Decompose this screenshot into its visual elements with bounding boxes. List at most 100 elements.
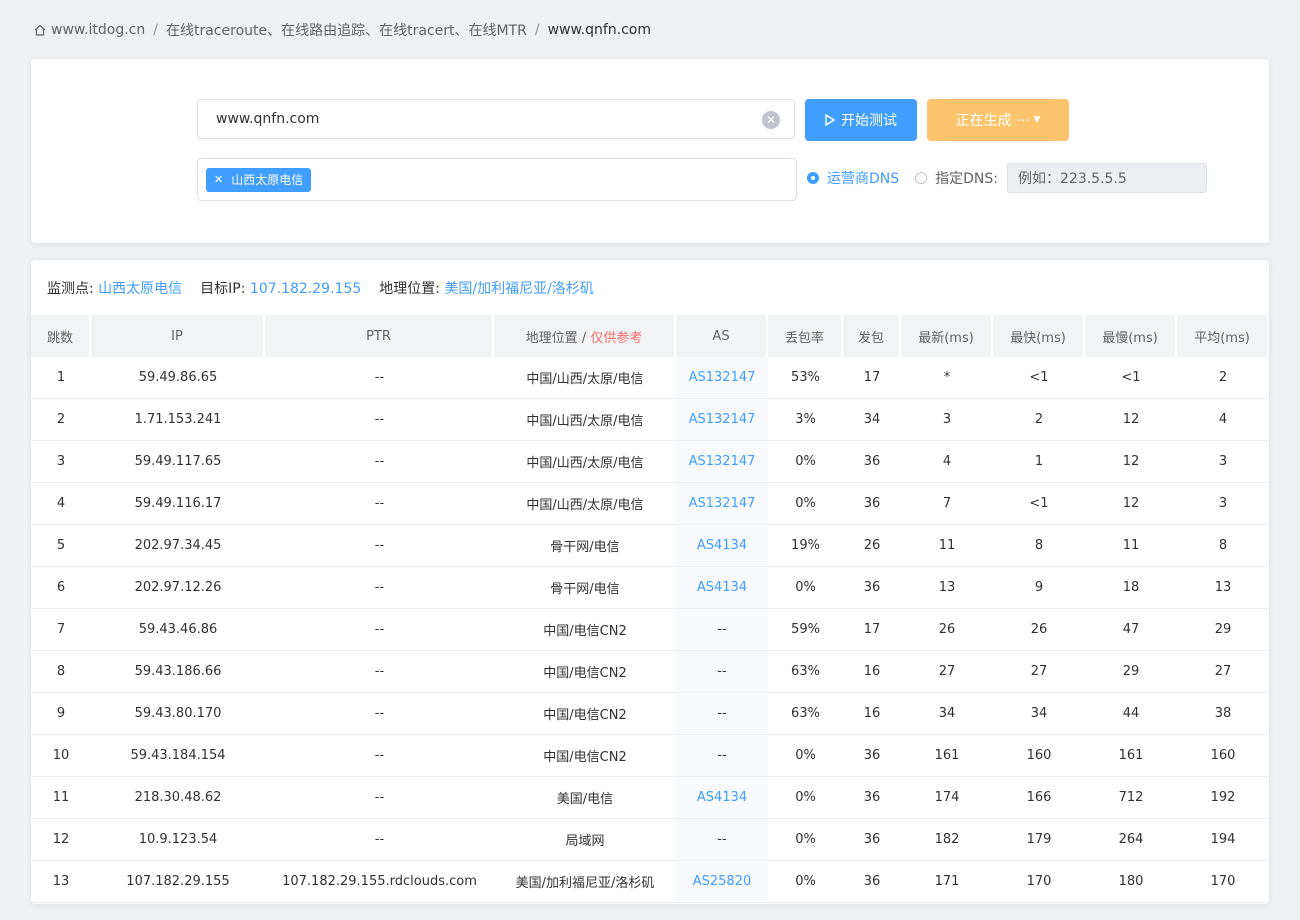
cell-avg: 13 bbox=[1177, 567, 1269, 609]
breadcrumb: www.itdog.cn / 在线traceroute、在线路由追踪、在线tra… bbox=[33, 20, 651, 40]
cell-ptr: -- bbox=[265, 399, 494, 441]
cell-hop: 9 bbox=[31, 693, 91, 735]
cell-ptr: -- bbox=[265, 567, 494, 609]
cell-hop: 1 bbox=[31, 357, 91, 399]
cell-ip: 202.97.34.45 bbox=[91, 525, 265, 567]
breadcrumb-home[interactable]: www.itdog.cn bbox=[51, 22, 145, 38]
cell-last: 161 bbox=[901, 735, 993, 777]
cell-ip: 10.9.123.54 bbox=[91, 819, 265, 861]
cell-worst: 264 bbox=[1085, 819, 1177, 861]
cell-ptr: 107.182.29.155.rdclouds.com bbox=[265, 861, 494, 903]
cell-geo: 中国/山西/太原/电信 bbox=[494, 483, 676, 525]
cell-worst: 12 bbox=[1085, 483, 1177, 525]
cell-best: 170 bbox=[993, 861, 1085, 903]
tag-close-icon[interactable]: ✕ bbox=[214, 173, 223, 186]
header-avg: 平均(ms) bbox=[1177, 315, 1269, 357]
header-ptr: PTR bbox=[265, 315, 494, 357]
dns-input[interactable]: 例如：223.5.5.5 bbox=[1007, 163, 1207, 193]
cell-ptr: -- bbox=[265, 777, 494, 819]
node-select[interactable]: ✕ 山西太原电信 bbox=[197, 158, 797, 201]
cell-hop: 11 bbox=[31, 777, 91, 819]
cell-worst: 180 bbox=[1085, 861, 1177, 903]
cell-sent: 36 bbox=[843, 861, 901, 903]
cell-avg: 3 bbox=[1177, 483, 1269, 525]
breadcrumb-tool[interactable]: 在线traceroute、在线路由追踪、在线tracert、在线MTR bbox=[166, 20, 527, 40]
table-row: 2 1.71.153.241 -- 中国/山西/太原/电信 AS132147 3% 34 3 2… bbox=[31, 399, 1269, 441]
cell-as[interactable]: AS25820 bbox=[676, 861, 768, 903]
cell-geo: 中国/电信CN2 bbox=[494, 651, 676, 693]
radio-checked-icon bbox=[807, 172, 819, 184]
table-row: 10 59.43.184.154 -- 中国/电信CN2 -- 0% 36 161 160 161… bbox=[31, 735, 1269, 777]
cell-as: -- bbox=[676, 651, 768, 693]
cell-as: -- bbox=[676, 735, 768, 777]
table-row: 3 59.49.117.65 -- 中国/山西/太原/电信 AS132147 0% 36 4 1… bbox=[31, 441, 1269, 483]
cell-ip: 218.30.48.62 bbox=[91, 777, 265, 819]
header-hop: 跳数 bbox=[31, 315, 91, 357]
clear-icon[interactable]: ✕ bbox=[762, 111, 780, 129]
cell-last: * bbox=[901, 357, 993, 399]
cell-sent: 26 bbox=[843, 525, 901, 567]
cell-geo: 中国/山西/太原/电信 bbox=[494, 357, 676, 399]
cell-sent: 16 bbox=[843, 693, 901, 735]
cell-best: <1 bbox=[993, 357, 1085, 399]
header-loss: 丢包率 bbox=[768, 315, 843, 357]
start-test-button[interactable]: 开始测试 bbox=[805, 99, 917, 141]
cell-last: 171 bbox=[901, 861, 993, 903]
cell-sent: 17 bbox=[843, 609, 901, 651]
cell-geo: 中国/电信CN2 bbox=[494, 693, 676, 735]
target-label: 目标IP: bbox=[200, 281, 246, 297]
cell-hop: 8 bbox=[31, 651, 91, 693]
cell-avg: 38 bbox=[1177, 693, 1269, 735]
radio-isp-dns[interactable]: 运营商DNS bbox=[807, 168, 899, 188]
host-input[interactable]: www.qnfn.com ✕ bbox=[197, 99, 795, 139]
cell-loss: 0% bbox=[768, 819, 843, 861]
monitor-value: 山西太原电信 bbox=[98, 281, 183, 297]
cell-best: 166 bbox=[993, 777, 1085, 819]
generating-button[interactable]: 正在生成 ··· ▼ bbox=[927, 99, 1069, 141]
cell-last: 26 bbox=[901, 609, 993, 651]
table-row: 11 218.30.48.62 -- 美国/电信 AS4134 0% 36 174 166 712… bbox=[31, 777, 1269, 819]
cell-as[interactable]: AS132147 bbox=[676, 441, 768, 483]
cell-sent: 36 bbox=[843, 567, 901, 609]
cell-as[interactable]: AS4134 bbox=[676, 525, 768, 567]
cell-avg: 170 bbox=[1177, 861, 1269, 903]
header-geo: 地理位置 / 仅供参考 bbox=[494, 315, 676, 357]
table-row: 4 59.49.116.17 -- 中国/山西/太原/电信 AS132147 0% 36 7 <… bbox=[31, 483, 1269, 525]
cell-as[interactable]: AS132147 bbox=[676, 357, 768, 399]
cell-worst: 12 bbox=[1085, 441, 1177, 483]
cell-avg: 27 bbox=[1177, 651, 1269, 693]
cell-as[interactable]: AS4134 bbox=[676, 567, 768, 609]
home-icon bbox=[34, 24, 46, 36]
cell-hop: 4 bbox=[31, 483, 91, 525]
table-row: 12 10.9.123.54 -- 局域网 -- 0% 36 182 179 264 194 bbox=[31, 819, 1269, 861]
header-sent: 发包 bbox=[843, 315, 901, 357]
cell-ptr: -- bbox=[265, 525, 494, 567]
cell-hop: 5 bbox=[31, 525, 91, 567]
radio-custom-dns[interactable]: 指定DNS: bbox=[915, 168, 998, 188]
cell-ptr: -- bbox=[265, 609, 494, 651]
cell-as[interactable]: AS132147 bbox=[676, 399, 768, 441]
cell-best: 1 bbox=[993, 441, 1085, 483]
cell-ptr: -- bbox=[265, 735, 494, 777]
cell-avg: 194 bbox=[1177, 819, 1269, 861]
test-form-card: www.qnfn.com ✕ 开始测试 正在生成 ··· ▼ ✕ 山西太原电信 … bbox=[31, 59, 1269, 243]
cell-ip: 59.43.186.66 bbox=[91, 651, 265, 693]
result-card: 监测点: 山西太原电信 目标IP: 107.182.29.155 地理位置: 美… bbox=[31, 260, 1269, 904]
cell-as[interactable]: AS4134 bbox=[676, 777, 768, 819]
cell-loss: 0% bbox=[768, 567, 843, 609]
table-row: 1 59.49.86.65 -- 中国/山西/太原/电信 AS132147 53% 17 * <… bbox=[31, 357, 1269, 399]
start-test-label: 开始测试 bbox=[841, 113, 897, 129]
cell-hop: 12 bbox=[31, 819, 91, 861]
cell-hop: 7 bbox=[31, 609, 91, 651]
cell-sent: 36 bbox=[843, 483, 901, 525]
cell-as[interactable]: AS132147 bbox=[676, 483, 768, 525]
cell-best: 160 bbox=[993, 735, 1085, 777]
play-icon bbox=[825, 114, 835, 126]
cell-sent: 34 bbox=[843, 399, 901, 441]
cell-sent: 36 bbox=[843, 735, 901, 777]
node-tag: ✕ 山西太原电信 bbox=[206, 167, 312, 192]
location-info: 地理位置: 美国/加利福尼亚/洛杉矶 bbox=[379, 278, 594, 298]
cell-avg: 192 bbox=[1177, 777, 1269, 819]
cell-worst: 29 bbox=[1085, 651, 1177, 693]
cell-best: 9 bbox=[993, 567, 1085, 609]
